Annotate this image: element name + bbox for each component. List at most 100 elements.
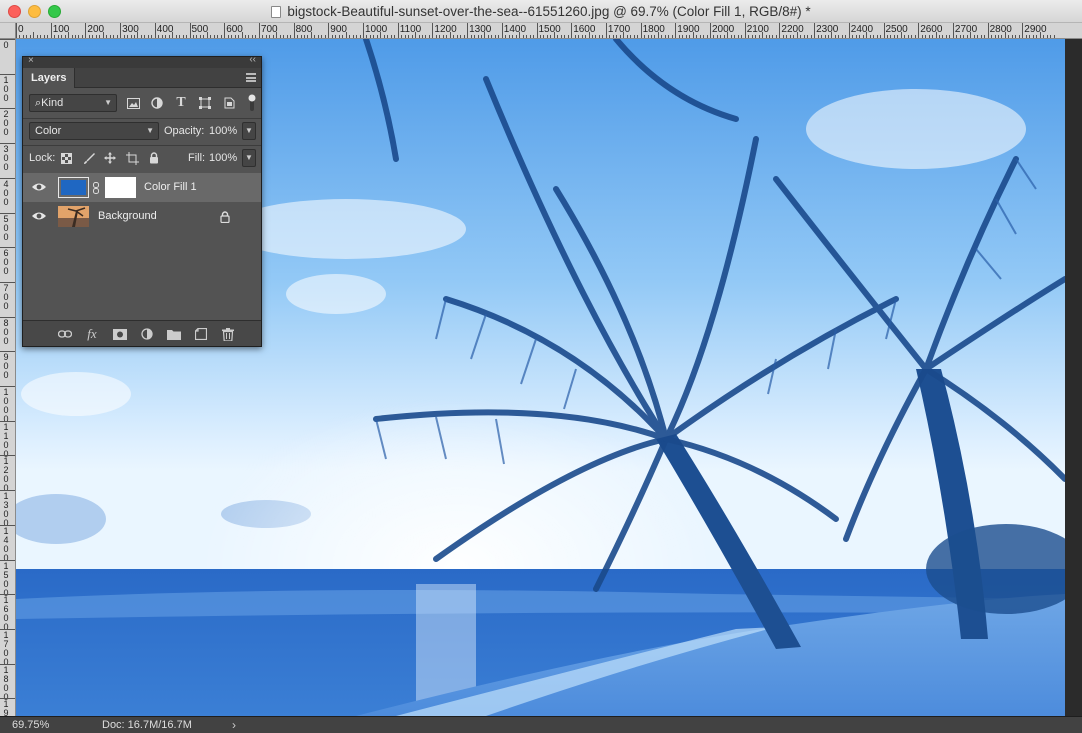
eye-icon[interactable] <box>32 181 46 193</box>
ruler-tick <box>1015 35 1017 38</box>
link-layers-icon[interactable] <box>56 325 74 343</box>
lock-artboard-icon[interactable] <box>124 149 140 167</box>
link-icon[interactable] <box>93 182 99 194</box>
panel-top-bar[interactable]: × ‹‹ <box>23 54 261 68</box>
ruler-tick <box>994 35 996 38</box>
ruler-tick <box>324 35 326 38</box>
panel-collapse-icon[interactable]: ‹‹ <box>249 54 256 65</box>
blend-mode-dropdown[interactable]: Color ▼ <box>29 122 159 140</box>
lock-all-icon[interactable] <box>146 149 162 167</box>
fx-icon[interactable]: fx <box>83 325 101 343</box>
ruler-tick <box>0 628 15 630</box>
ruler-tick <box>661 35 663 38</box>
ruler-tick <box>782 35 784 38</box>
ruler-tick <box>449 32 451 38</box>
ruler-tick <box>428 35 430 38</box>
vertical-ruler[interactable]: 0 100 200 300 400 500 600 700 800 900 100011001200… <box>0 39 16 716</box>
ruler-tick-label: 1200 <box>3 456 9 494</box>
title-wrap: bigstock-Beautiful-sunset-over-the-sea--… <box>0 0 1082 23</box>
filter-toggle-switch[interactable] <box>248 94 256 112</box>
ruler-tick <box>550 35 552 38</box>
ruler-tick <box>668 35 670 38</box>
ruler-tick <box>755 35 757 38</box>
background-thumbnail[interactable] <box>58 206 89 227</box>
panel-menu-icon[interactable] <box>246 73 256 82</box>
ruler-tick <box>265 35 267 38</box>
ruler-tick <box>217 35 219 38</box>
layers-panel: × ‹‹ Layers ⌕Kind ▼ T Color ▼ Opacity: 1… <box>22 54 262 347</box>
ruler-tick <box>453 35 455 38</box>
ruler-tick <box>19 35 21 38</box>
ruler-tick <box>810 35 812 38</box>
ruler-tick <box>845 35 847 38</box>
ruler-tick <box>446 35 448 38</box>
layer-mask-thumbnail[interactable] <box>105 177 136 198</box>
ruler-tick <box>397 23 399 38</box>
panel-close-icon[interactable]: × <box>28 55 34 66</box>
fill-field[interactable]: 100% <box>209 149 237 167</box>
horizontal-ruler[interactable]: 0 100 200 300 400 500 600 700 800 900 1000 1100 1200… <box>16 23 1082 39</box>
ruler-tick <box>904 35 906 38</box>
ruler-tick-label: 300 <box>3 144 9 173</box>
image-filter-icon[interactable] <box>125 95 141 111</box>
opacity-slider-toggle[interactable]: ▼ <box>242 122 256 140</box>
ruler-tick <box>533 35 535 38</box>
filter-kind-dropdown[interactable]: ⌕Kind ▼ <box>29 94 117 112</box>
ruler-tick <box>487 35 489 38</box>
smart-object-filter-icon[interactable] <box>221 95 237 111</box>
ruler-tick-label: 400 <box>3 178 9 207</box>
ruler-tick <box>310 32 312 38</box>
ruler-tick <box>293 23 295 38</box>
window-title: bigstock-Beautiful-sunset-over-the-sea--… <box>287 4 811 19</box>
ruler-tick <box>380 32 382 38</box>
opacity-field[interactable]: 100% <box>209 122 237 140</box>
ruler-tick <box>817 35 819 38</box>
vertical-scrollbar[interactable] <box>1065 39 1082 716</box>
ruler-tick <box>775 35 777 38</box>
divider <box>23 145 261 146</box>
ruler-tick <box>26 35 28 38</box>
new-layer-icon[interactable] <box>192 325 210 343</box>
ruler-tick <box>821 35 823 38</box>
new-group-icon[interactable] <box>165 325 183 343</box>
lock-transparency-icon[interactable] <box>58 149 74 167</box>
add-mask-icon[interactable] <box>111 325 129 343</box>
status-menu-arrow[interactable]: › <box>232 718 236 732</box>
type-filter-icon[interactable]: T <box>173 95 189 111</box>
trash-icon[interactable] <box>219 325 237 343</box>
tab-layers[interactable]: Layers <box>23 68 76 88</box>
ruler-tick <box>140 35 142 38</box>
ruler-tick <box>64 35 66 38</box>
lock-position-icon[interactable] <box>102 149 118 167</box>
ruler-tick <box>536 23 538 38</box>
document-size-info[interactable]: Doc: 16.7M/16.7M <box>102 718 192 732</box>
eye-icon[interactable] <box>32 210 46 222</box>
layer-row-background[interactable]: Background <box>23 202 261 231</box>
ruler-origin[interactable] <box>0 23 16 39</box>
ruler-tick <box>0 420 15 422</box>
ruler-tick <box>619 35 621 38</box>
ruler-tick <box>109 35 111 38</box>
ruler-tick <box>713 35 715 38</box>
ruler-tick <box>172 32 174 38</box>
ruler-tick <box>748 35 750 38</box>
ruler-tick <box>442 35 444 38</box>
adjustment-filter-icon[interactable] <box>149 95 165 111</box>
ruler-tick <box>651 35 652 38</box>
ruler-tick <box>241 32 243 38</box>
ruler-tick <box>387 35 389 38</box>
color-fill-thumbnail[interactable] <box>58 177 89 198</box>
zoom-level-field[interactable]: 69.75% <box>6 718 76 732</box>
ruler-tick <box>585 35 587 38</box>
ruler-tick <box>685 35 687 38</box>
layer-row-color-fill[interactable]: Color Fill 1 <box>23 173 261 202</box>
ruler-tick <box>376 35 378 38</box>
shape-filter-icon[interactable] <box>197 95 213 111</box>
ruler-tick <box>432 23 434 38</box>
ruler-tick <box>682 35 684 38</box>
ruler-tick <box>772 35 774 38</box>
ruler-tick <box>394 35 396 38</box>
fill-slider-toggle[interactable]: ▼ <box>242 149 256 167</box>
adjustment-layer-icon[interactable] <box>138 325 156 343</box>
lock-pixels-icon[interactable] <box>81 149 97 167</box>
